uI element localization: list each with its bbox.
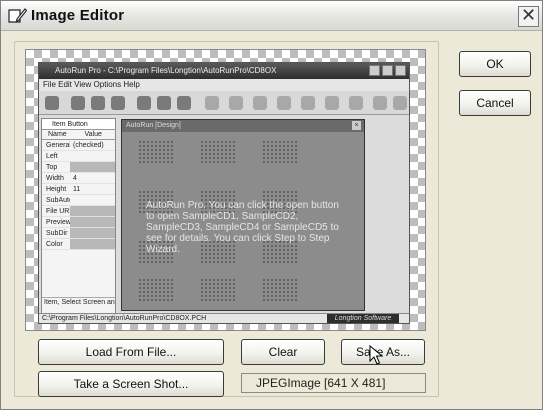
image-info-readout: JPEGImage [641 X 481] (241, 373, 426, 393)
props-row: Left (42, 151, 115, 162)
placeholder-dots (262, 278, 298, 302)
preview-app-titlebar: AutoRun Pro - C:\Program Files\Longtion\… (39, 63, 409, 79)
props-row: Width 4 (42, 173, 115, 184)
canvas-close-icon: × (352, 121, 361, 130)
props-row: Height 11 (42, 184, 115, 195)
toolbar-icon (89, 94, 107, 112)
title-bar[interactable]: Image Editor ✕ (1, 1, 542, 31)
props-row: General (checked) (42, 140, 115, 151)
toolbar-icon (155, 94, 173, 112)
window-title: Image Editor (31, 7, 125, 24)
props-rows: General (checked) Left Top Width 4 Height 11 Sub… (42, 140, 115, 250)
toolbar-icon (109, 94, 127, 112)
save-as-button[interactable]: Save As... (341, 339, 425, 365)
placeholder-dots (138, 278, 174, 302)
preview-screenshot: AutoRun Pro - C:\Program Files\Longtion\… (38, 62, 410, 324)
preview-toolbar (39, 91, 409, 115)
placeholder-dots (200, 278, 236, 302)
preview-properties-panel: Item Button Name Value General (checked) L… (41, 118, 116, 318)
props-status: Item, Select Screen and Item (42, 297, 115, 306)
toolbar-icon (69, 94, 87, 112)
props-row: Top (42, 162, 115, 173)
props-row: SubDir (42, 228, 115, 239)
placeholder-dots (138, 140, 174, 164)
load-from-file-button[interactable]: Load From File... (38, 339, 224, 365)
clear-button[interactable]: Clear (241, 339, 325, 365)
placeholder-dots (262, 140, 298, 164)
toolbar-icon (135, 94, 153, 112)
toolbar-icon (299, 94, 317, 112)
placeholder-dots (200, 140, 236, 164)
props-header: Item Button (42, 119, 115, 130)
toolbar-icon (323, 94, 341, 112)
preview-statusbar: C:\Program Files\Longtion\AutoRunPro\CD8… (39, 313, 409, 323)
canvas-titlebar: AutoRun [Design] × (122, 120, 364, 132)
preview-brand: Longtion Software (327, 314, 399, 323)
close-button[interactable]: ✕ (518, 6, 539, 27)
canvas-instructions: AutoRun Pro. You can click the open butt… (146, 200, 339, 255)
toolbar-icon (275, 94, 293, 112)
toolbar-icon (391, 94, 409, 112)
image-editor-dialog: Image Editor ✕ AutoRun Pro - C:\Program … (0, 0, 543, 410)
preview-app-title: AutoRun Pro - C:\Program Files\Longtion\… (55, 66, 277, 75)
props-columns: Name Value (42, 130, 115, 140)
toolbar-icon (251, 94, 269, 112)
preview-design-canvas: AutoRun [Design] × AutoRun Pro. You can … (121, 119, 365, 311)
toolbar-icon (43, 94, 61, 112)
close-icon: ✕ (520, 5, 537, 25)
mouse-pointer-icon (369, 345, 383, 365)
props-row: Preview (42, 217, 115, 228)
toolbar-icon (175, 94, 193, 112)
preview-window-buttons (367, 65, 406, 82)
cancel-button[interactable]: Cancel (459, 90, 531, 116)
props-row: SubAutoRun (42, 195, 115, 206)
preview-menubar: File Edit View Options Help (39, 79, 409, 91)
take-screenshot-button[interactable]: Take a Screen Shot... (38, 371, 224, 397)
props-row: Color (42, 239, 115, 250)
ok-button[interactable]: OK (459, 51, 531, 77)
props-row: File URL (42, 206, 115, 217)
toolbar-icon (371, 94, 389, 112)
toolbar-icon (347, 94, 365, 112)
toolbar-icon (227, 94, 245, 112)
image-editor-icon (8, 8, 27, 23)
toolbar-icon (203, 94, 221, 112)
